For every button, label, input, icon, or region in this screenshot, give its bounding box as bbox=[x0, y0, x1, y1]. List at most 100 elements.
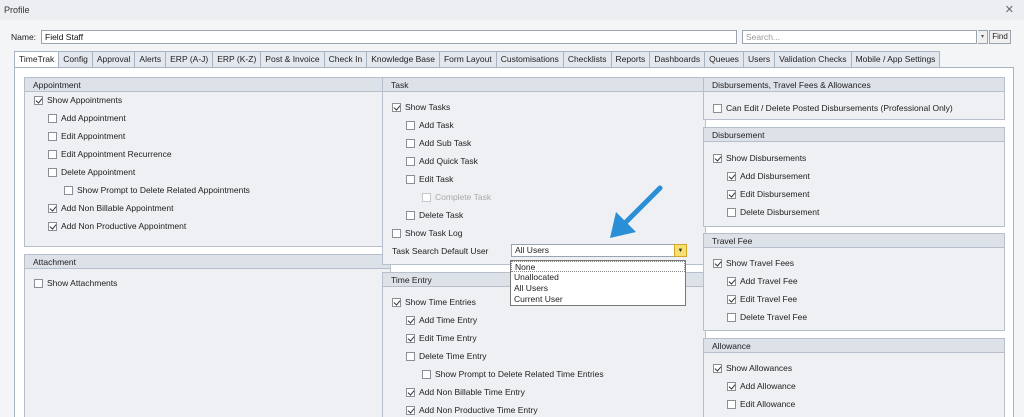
checkbox[interactable] bbox=[727, 189, 736, 199]
task-option[interactable]: Delete Task bbox=[406, 208, 463, 222]
task-option[interactable]: Edit Task bbox=[406, 172, 453, 186]
appointment-option[interactable]: Show Prompt to Delete Related Appointmen… bbox=[64, 183, 250, 197]
checkbox[interactable] bbox=[406, 210, 415, 220]
tab-approval[interactable]: Approval bbox=[92, 51, 136, 68]
time-entry-option[interactable]: Add Time Entry bbox=[406, 313, 477, 327]
time-entry-option[interactable]: Show Prompt to Delete Related Time Entri… bbox=[422, 367, 604, 381]
allowance-option[interactable]: Add Allowance bbox=[727, 379, 796, 393]
checkbox[interactable] bbox=[727, 207, 736, 217]
checkbox[interactable] bbox=[406, 120, 415, 130]
tab-config[interactable]: Config bbox=[59, 51, 93, 68]
appointment-option[interactable]: Delete Appointment bbox=[48, 165, 135, 179]
task-option[interactable]: Add Quick Task bbox=[406, 154, 478, 168]
allowance-option[interactable]: Edit Allowance bbox=[727, 397, 795, 411]
checkbox[interactable] bbox=[727, 294, 736, 304]
checkbox[interactable] bbox=[48, 221, 57, 231]
name-input[interactable]: Field Staff bbox=[41, 30, 737, 44]
tab-alerts[interactable]: Alerts bbox=[135, 51, 167, 68]
dropdown-option[interactable]: None bbox=[511, 261, 685, 272]
time-entry-option[interactable]: Edit Time Entry bbox=[406, 331, 477, 345]
disbursement-option[interactable]: Delete Disbursement bbox=[727, 205, 819, 219]
task-default-user-select[interactable]: All Users ▼ bbox=[511, 244, 687, 257]
task-option[interactable]: Show Task Log bbox=[392, 226, 463, 240]
checkbox[interactable] bbox=[48, 203, 57, 213]
allowance-option[interactable]: Show Allowances bbox=[713, 361, 792, 375]
tab-form-layout[interactable]: Form Layout bbox=[439, 51, 497, 68]
checkbox[interactable] bbox=[48, 113, 57, 123]
checkbox[interactable] bbox=[727, 399, 736, 409]
tab-users[interactable]: Users bbox=[743, 51, 776, 68]
checkbox[interactable] bbox=[406, 174, 415, 184]
dropdown-option[interactable]: All Users bbox=[511, 283, 685, 294]
find-button[interactable]: Find bbox=[989, 30, 1011, 44]
checkbox[interactable] bbox=[48, 167, 57, 177]
disbursement-option[interactable]: Add Disbursement bbox=[727, 169, 810, 183]
checkbox[interactable] bbox=[727, 312, 736, 322]
tab-customisations[interactable]: Customisations bbox=[496, 51, 564, 68]
search-input[interactable]: Search... bbox=[742, 30, 977, 44]
disb-travel-option[interactable]: Can Edit / Delete Posted Disbursements (… bbox=[713, 101, 953, 115]
checkbox[interactable] bbox=[64, 185, 73, 195]
checkbox[interactable] bbox=[406, 387, 415, 397]
travel-fee-option[interactable]: Edit Travel Fee bbox=[727, 292, 797, 306]
checkbox[interactable] bbox=[713, 363, 722, 373]
checkbox[interactable] bbox=[406, 405, 415, 415]
appointment-option[interactable]: Add Appointment bbox=[48, 111, 126, 125]
tab-erp-a-j[interactable]: ERP (A-J) bbox=[166, 51, 214, 68]
checkbox[interactable] bbox=[727, 276, 736, 286]
checkbox[interactable] bbox=[392, 102, 401, 112]
tab-dashboards[interactable]: Dashboards bbox=[650, 51, 706, 68]
appointment-option[interactable]: Show Appointments bbox=[34, 93, 122, 107]
checkbox[interactable] bbox=[422, 369, 431, 379]
travel-fee-option[interactable]: Delete Travel Fee bbox=[727, 310, 807, 324]
time-entry-option[interactable]: Add Non Productive Time Entry bbox=[406, 403, 538, 417]
tab-queues[interactable]: Queues bbox=[705, 51, 744, 68]
tab-checklists[interactable]: Checklists bbox=[563, 51, 612, 68]
checkbox[interactable] bbox=[727, 381, 736, 391]
checkbox[interactable] bbox=[406, 333, 415, 343]
checkbox[interactable] bbox=[713, 153, 722, 163]
checkbox[interactable] bbox=[34, 95, 43, 105]
checkbox-label: Show Appointments bbox=[47, 95, 123, 105]
appointment-option[interactable]: Add Non Billable Appointment bbox=[48, 201, 173, 215]
travel-fee-panel-title: Travel Fee bbox=[704, 234, 1004, 248]
travel-fee-option[interactable]: Show Travel Fees bbox=[713, 256, 794, 270]
chevron-down-icon[interactable]: ▼ bbox=[674, 244, 687, 257]
tab-erp-k-z[interactable]: ERP (K-Z) bbox=[213, 51, 262, 68]
checkbox[interactable] bbox=[392, 228, 401, 238]
attachment-option[interactable]: Show Attachments bbox=[34, 276, 117, 290]
tab-validation-checks[interactable]: Validation Checks bbox=[775, 51, 852, 68]
dropdown-option[interactable]: Current User bbox=[511, 294, 685, 305]
checkbox[interactable] bbox=[406, 156, 415, 166]
checkbox[interactable] bbox=[406, 138, 415, 148]
tab-check-in[interactable]: Check In bbox=[324, 51, 368, 68]
checkbox[interactable] bbox=[392, 297, 401, 307]
time-entry-option[interactable]: Show Time Entries bbox=[392, 295, 476, 309]
travel-fee-option[interactable]: Add Travel Fee bbox=[727, 274, 798, 288]
checkbox[interactable] bbox=[48, 131, 57, 141]
disbursement-option[interactable]: Edit Disbursement bbox=[727, 187, 809, 201]
dropdown-option[interactable]: Unallocated bbox=[511, 272, 685, 283]
checkbox[interactable] bbox=[713, 258, 722, 268]
task-option[interactable]: Add Sub Task bbox=[406, 136, 471, 150]
appointment-option[interactable]: Edit Appointment bbox=[48, 129, 125, 143]
tab-mobile-app-settings[interactable]: Mobile / App Settings bbox=[851, 51, 941, 68]
checkbox[interactable] bbox=[48, 149, 57, 159]
time-entry-option[interactable]: Add Non Billable Time Entry bbox=[406, 385, 525, 399]
checkbox[interactable] bbox=[727, 171, 736, 181]
time-entry-option[interactable]: Delete Time Entry bbox=[406, 349, 487, 363]
checkbox[interactable] bbox=[34, 278, 43, 288]
tab-reports[interactable]: Reports bbox=[611, 51, 651, 68]
checkbox[interactable] bbox=[406, 315, 415, 325]
tab-post-invoice[interactable]: Post & Invoice bbox=[261, 51, 325, 68]
task-option[interactable]: Add Task bbox=[406, 118, 454, 132]
disbursement-option[interactable]: Show Disbursements bbox=[713, 151, 806, 165]
checkbox[interactable] bbox=[406, 351, 415, 361]
search-dropdown-icon[interactable]: ▾ bbox=[978, 30, 988, 44]
close-icon[interactable]: ✕ bbox=[1005, 3, 1014, 16]
tab-knowledge-base[interactable]: Knowledge Base bbox=[367, 51, 440, 68]
task-option[interactable]: Show Tasks bbox=[392, 100, 450, 114]
appointment-option[interactable]: Add Non Productive Appointment bbox=[48, 219, 186, 233]
checkbox[interactable] bbox=[713, 103, 722, 113]
appointment-option[interactable]: Edit Appointment Recurrence bbox=[48, 147, 172, 161]
